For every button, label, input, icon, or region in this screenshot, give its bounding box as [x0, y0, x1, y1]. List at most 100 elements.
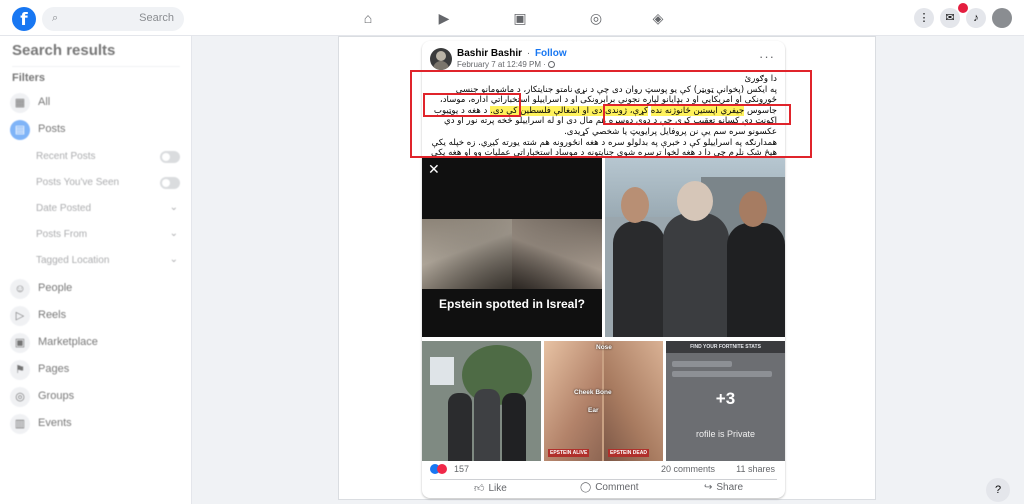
comment-label: Comment: [595, 482, 639, 493]
search-input[interactable]: ⌕ Search: [42, 7, 184, 31]
image-caption: Epstein spotted in Isreal?: [438, 297, 586, 311]
grid-icon: ▦: [10, 93, 30, 113]
ear-photo: [544, 341, 602, 461]
marketplace-icon[interactable]: ▣: [512, 10, 528, 26]
sidebar-item-label: Pages: [38, 363, 70, 375]
share-label: Share: [716, 482, 744, 493]
post-date[interactable]: February 7 at 12:49 PM ·: [457, 60, 546, 69]
separator: ·: [526, 48, 531, 59]
divider: [12, 66, 180, 67]
sidebar-item-marketplace[interactable]: ▣ Marketplace: [10, 332, 186, 354]
comment-button[interactable]: ◯ Comment: [580, 482, 639, 497]
sidebar-item-label: All: [38, 96, 51, 108]
like-label: Like: [488, 483, 507, 494]
media-tile-epstein-comparison[interactable]: ✕ Epstein spotted in Isreal?: [422, 157, 602, 337]
image-caption: EPSTEIN DEAD: [608, 449, 649, 457]
pages-icon: ⚑: [10, 360, 30, 380]
post-timestamp[interactable]: February 7 at 12:49 PM ·: [457, 60, 555, 69]
annotation-label: Cheek Bone: [574, 389, 612, 396]
author-name[interactable]: Bashir Bashir: [457, 48, 522, 59]
reaction-count[interactable]: 157: [454, 464, 469, 474]
filter-label: Tagged Location: [36, 255, 110, 266]
top-navigation-bar: f ⌕ Search ⌂ ▶ ▣ ◎ ◈ ⋮ ✉ ♪: [0, 0, 1024, 36]
image-text: rofile is Private: [695, 429, 756, 439]
close-icon[interactable]: ✕: [428, 161, 440, 178]
annotation-label: Ear: [588, 407, 599, 414]
facebook-logo[interactable]: f: [12, 7, 36, 31]
events-icon: ▥: [10, 414, 30, 434]
post-actions: 👍︎ Like ◯ Comment ↪ Share: [422, 481, 785, 498]
post-media-grid: ✕ Epstein spotted in Isreal? Nose Cheek …: [422, 153, 785, 461]
home-icon[interactable]: ⌂: [360, 10, 376, 26]
sidebar-item-groups[interactable]: ◎ Groups: [10, 386, 186, 408]
marketplace-icon: ▣: [10, 333, 30, 353]
post-stats: 157 20 comments 11 shares: [430, 464, 777, 476]
share-icon: ↪: [704, 482, 713, 493]
share-button[interactable]: ↪ Share: [704, 482, 743, 497]
chevron-down-icon: ⌄: [169, 228, 178, 239]
post-text-paragraph: په ایکس (پخوانې ټویټر) کې یو پوسټ روان د…: [430, 85, 777, 138]
toggle-switch[interactable]: [160, 151, 180, 163]
filter-label: Posts From: [36, 229, 88, 240]
groups-icon[interactable]: ◎: [588, 10, 604, 26]
comments-count[interactable]: 20 comments: [661, 464, 715, 474]
filter-recent-posts[interactable]: Recent Posts: [36, 148, 186, 166]
filter-posts-seen[interactable]: Posts You've Seen: [36, 174, 186, 192]
person: [727, 223, 785, 337]
media-tile-ear-comparison[interactable]: Nose Cheek Bone Ear EPSTEIN ALIVE EPSTEI…: [544, 341, 663, 461]
toggle-switch[interactable]: [160, 177, 180, 189]
sidebar-item-pages[interactable]: ⚑ Pages: [10, 359, 186, 381]
sidebar-item-label: Posts: [38, 123, 66, 135]
posts-icon: ▤: [10, 120, 30, 140]
love-reaction-icon: [437, 464, 447, 474]
media-tile-street-wide[interactable]: [422, 341, 541, 461]
filter-posts-from[interactable]: Posts From ⌄: [36, 226, 186, 244]
filter-date-posted[interactable]: Date Posted ⌄: [36, 200, 186, 218]
person: [663, 213, 729, 337]
annotation-label: Nose: [596, 344, 612, 351]
more-options-button[interactable]: ···: [759, 49, 775, 64]
ui-row: [672, 371, 772, 377]
thumbs-up-icon: 👍︎: [474, 483, 485, 494]
sidebar-item-reels[interactable]: ▷ Reels: [10, 305, 186, 327]
post-text-line: دا وګورئ: [744, 74, 777, 84]
search-icon: ⌕: [52, 12, 59, 24]
gaming-icon[interactable]: ◈: [650, 10, 666, 26]
head: [621, 187, 649, 223]
person: [613, 221, 665, 337]
post-header: Bashir Bashir · Follow: [457, 48, 567, 59]
sidebar-item-events[interactable]: ▥ Events: [10, 413, 186, 435]
follow-button[interactable]: Follow: [535, 48, 567, 59]
shares-count[interactable]: 11 shares: [736, 464, 775, 474]
sidebar-item-label: Groups: [38, 390, 75, 402]
sidebar-item-people[interactable]: ☺ People: [10, 278, 186, 300]
person: [448, 393, 472, 461]
sidebar-title: Search results: [12, 42, 116, 59]
like-button[interactable]: 👍︎ Like: [474, 482, 507, 497]
image-header: FIND YOUR FORTNITE STATS: [666, 341, 785, 353]
reactions[interactable]: [430, 464, 447, 476]
notifications-icon[interactable]: ♪: [966, 8, 986, 28]
highlighted-text: جیفري اپستین ځانوژنه نده: [650, 105, 745, 116]
media-tile-more-photos[interactable]: FIND YOUR FORTNITE STATS +3 rofile is Pr…: [666, 341, 785, 461]
help-button[interactable]: ?: [986, 478, 1010, 502]
avatar[interactable]: [992, 8, 1012, 28]
sidebar-item-posts[interactable]: ▤ Posts: [10, 119, 186, 141]
video-icon[interactable]: ▶: [436, 10, 452, 26]
author-avatar[interactable]: [430, 48, 452, 70]
filter-tagged-location[interactable]: Tagged Location ⌄: [36, 252, 186, 270]
sidebar-item-all[interactable]: ▦ All: [10, 92, 186, 114]
head: [677, 181, 713, 221]
highlighted-text: کړې، ژوندی دی او اشغالې فلسطین کې دی.: [490, 105, 649, 116]
globe-icon: [547, 61, 555, 68]
post-card: Bashir Bashir · Follow February 7 at 12:…: [422, 41, 785, 498]
people-icon: ☺: [10, 279, 30, 299]
messenger-icon[interactable]: ✉: [940, 8, 960, 28]
media-tile-street-photo[interactable]: [605, 157, 785, 337]
notification-badge: [958, 3, 968, 13]
filter-label: Date Posted: [36, 203, 92, 214]
sidebar-item-label: Events: [38, 417, 72, 429]
head: [739, 191, 767, 227]
chevron-down-icon: ⌄: [169, 254, 178, 265]
menu-icon[interactable]: ⋮: [914, 8, 934, 28]
